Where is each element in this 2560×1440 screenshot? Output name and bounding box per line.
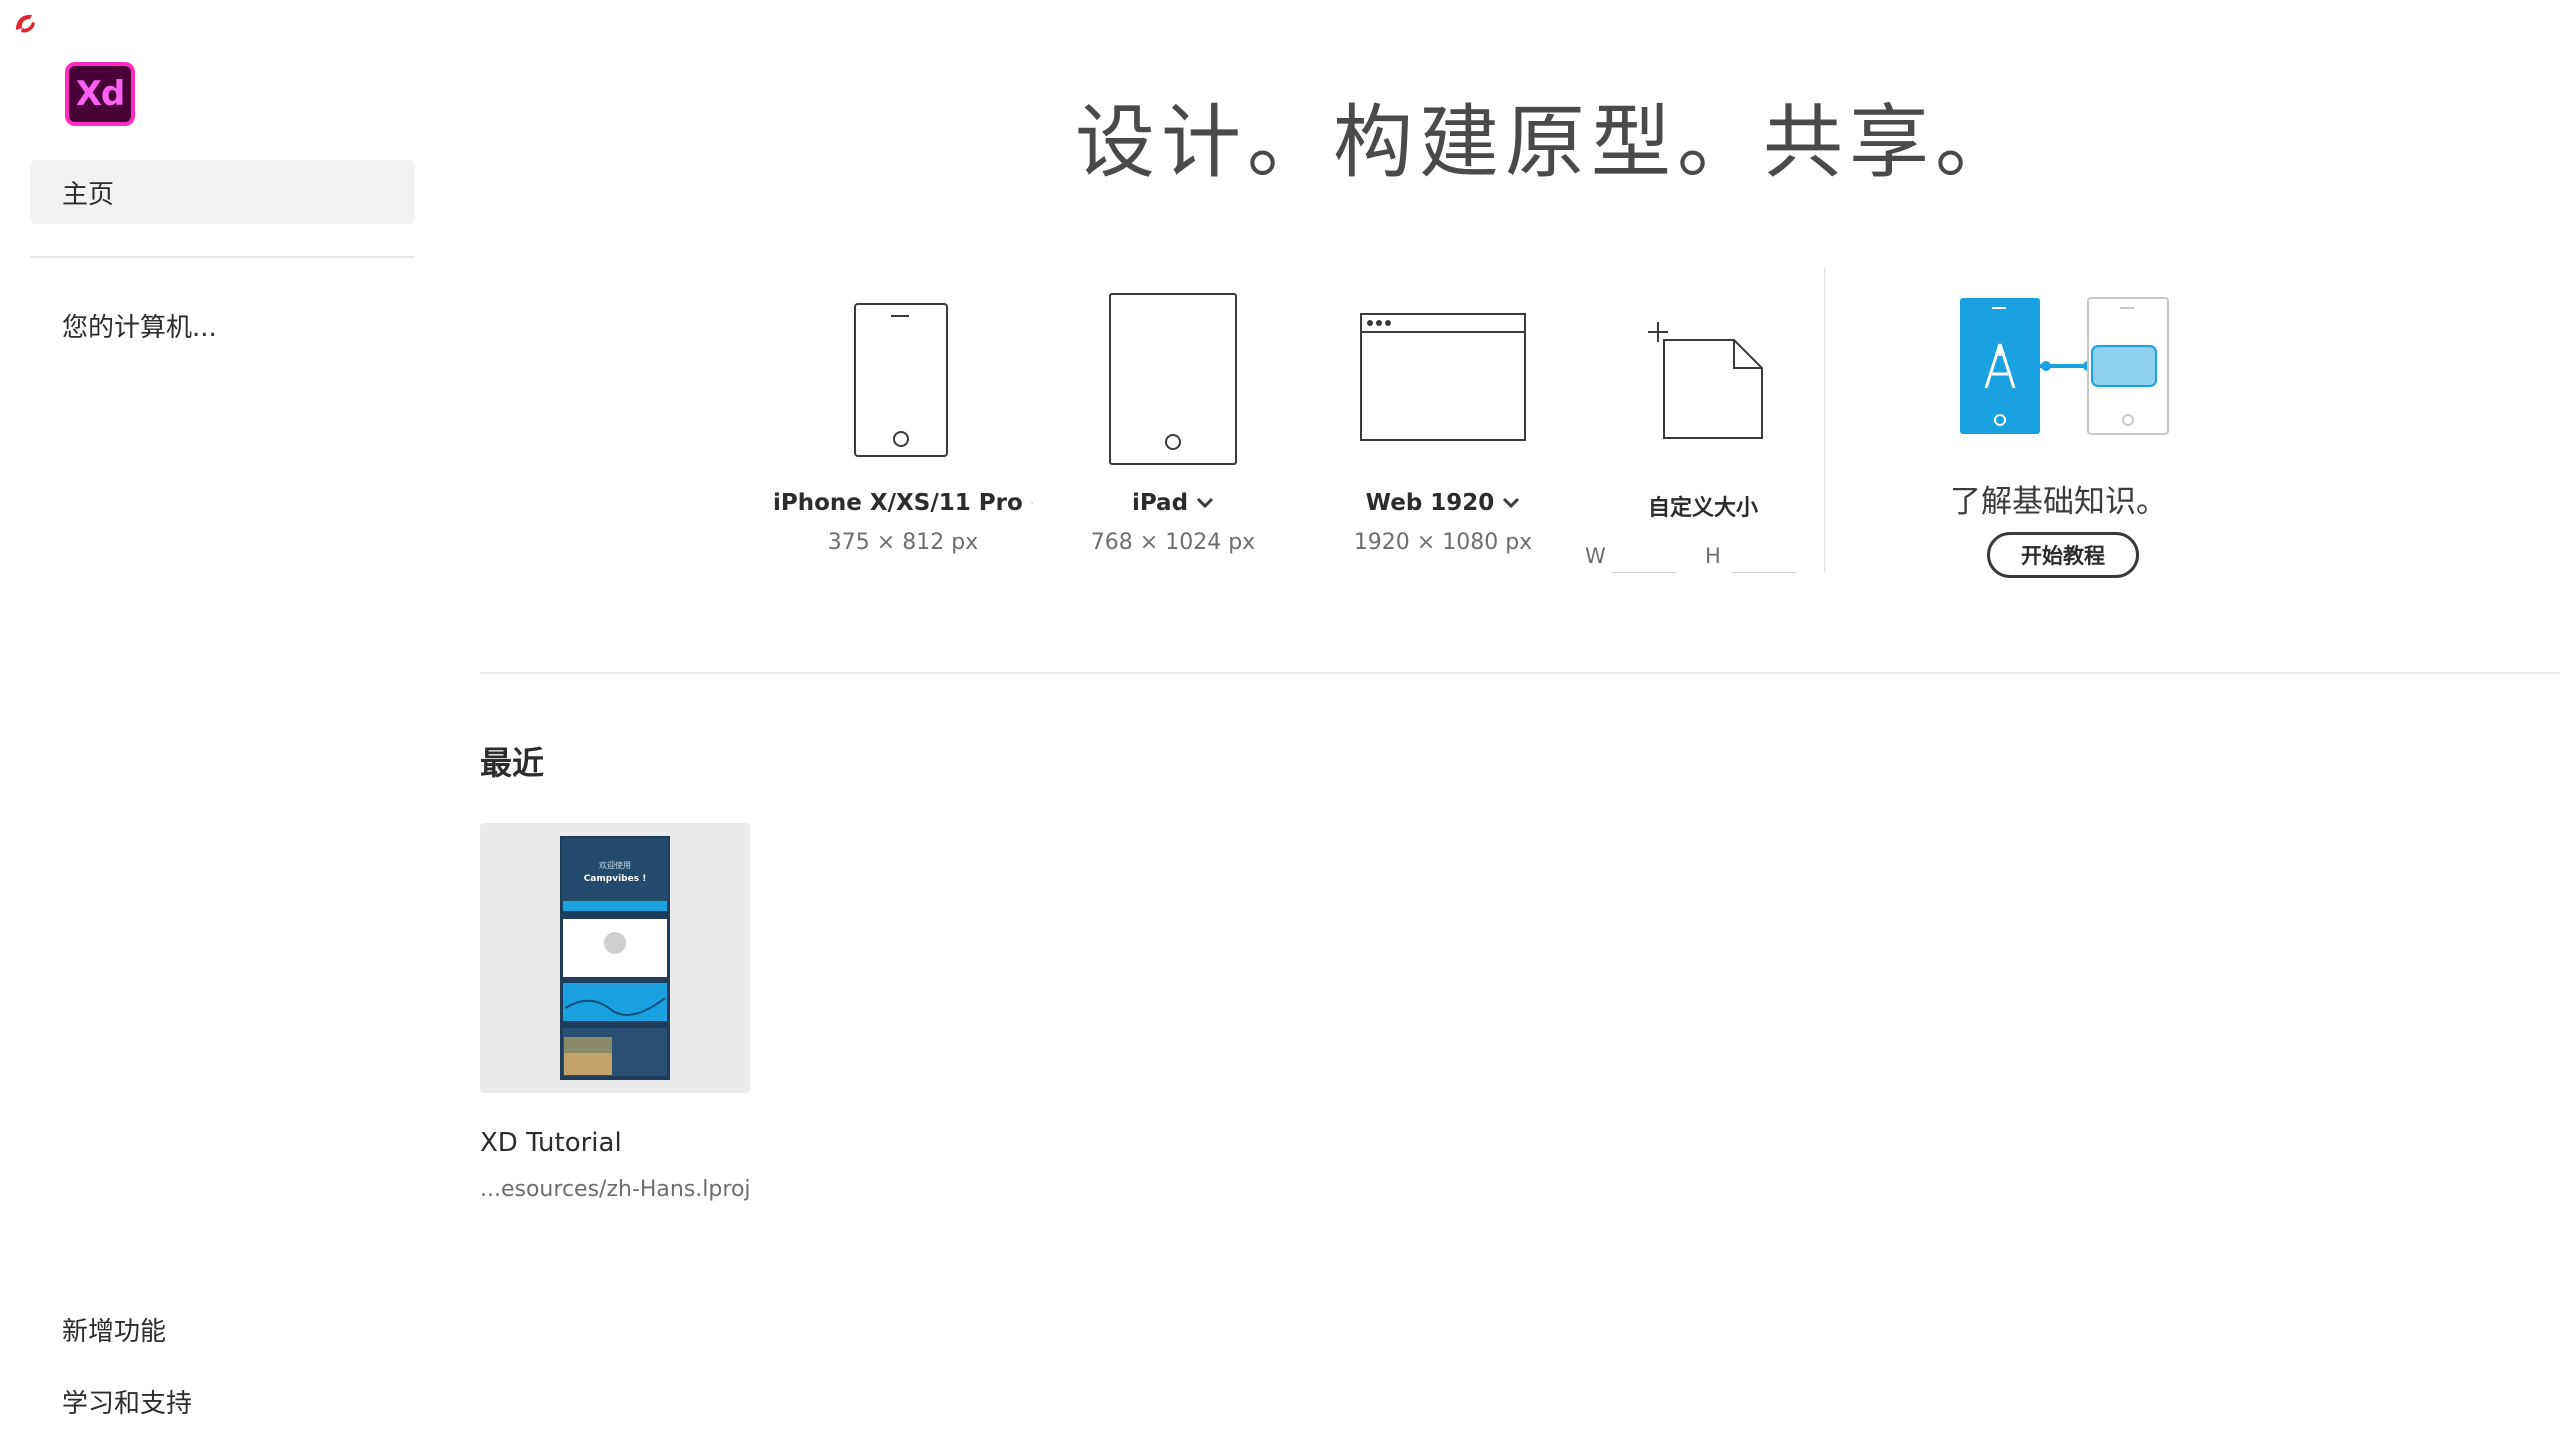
recent-divider bbox=[480, 672, 2560, 674]
width-input[interactable] bbox=[1611, 539, 1677, 573]
sidebar: Xd 主页 您的计算机... 新增功能 学习和支持 bbox=[0, 0, 440, 1440]
preset-name: iPhone X/XS/11 Pro bbox=[773, 490, 1023, 516]
learn-illustration bbox=[1958, 296, 2180, 436]
chevron-down-icon[interactable] bbox=[1196, 497, 1214, 509]
sidebar-item-learn-support[interactable]: 学习和支持 bbox=[62, 1383, 192, 1420]
recent-heading: 最近 bbox=[480, 744, 545, 782]
page-title: 设计。构建原型。共享。 bbox=[1075, 96, 2021, 189]
preset-size: 375 × 812 px bbox=[827, 530, 979, 555]
sidebar-item-label: 主页 bbox=[62, 179, 115, 210]
campvibes-preview-image: 欢迎使用 Campvibes ! bbox=[560, 836, 670, 1080]
preset-size: 1920 × 1080 px bbox=[1353, 530, 1533, 555]
sidebar-item-label: 您的计算机... bbox=[62, 313, 217, 343]
recent-file-path: ...esources/zh-Hans.lproj bbox=[480, 1177, 751, 1202]
preset-ipad[interactable]: iPad 768 × 1024 px bbox=[1043, 280, 1303, 555]
sidebar-item-label: 新增功能 bbox=[62, 1317, 167, 1347]
xd-app-logo: Xd bbox=[65, 62, 135, 126]
custom-size-document-icon bbox=[1573, 280, 1833, 490]
preset-web-1920[interactable]: Web 1920 1920 × 1080 px bbox=[1313, 280, 1573, 555]
sidebar-item-home[interactable]: 主页 bbox=[30, 160, 415, 224]
thumb-welcome-text: 欢迎使用 bbox=[599, 860, 631, 870]
custom-size-fields: W H bbox=[1585, 538, 1825, 574]
preset-name: Web 1920 bbox=[1365, 490, 1495, 516]
chevron-down-icon[interactable] bbox=[1030, 497, 1033, 509]
browser-window-icon bbox=[1313, 280, 1573, 490]
chevron-down-icon[interactable] bbox=[1502, 497, 1520, 509]
sidebar-item-whats-new[interactable]: 新增功能 bbox=[62, 1311, 166, 1348]
recent-file-name[interactable]: XD Tutorial bbox=[480, 1128, 622, 1158]
preset-iphone[interactable]: iPhone X/XS/11 Pro 375 × 812 px bbox=[773, 280, 1033, 555]
preset-size: 768 × 1024 px bbox=[1090, 530, 1256, 555]
height-input[interactable] bbox=[1731, 539, 1797, 573]
tablet-icon bbox=[1043, 280, 1303, 490]
section-divider bbox=[1824, 268, 1825, 572]
sidebar-divider bbox=[30, 256, 415, 258]
height-label: H bbox=[1705, 544, 1721, 568]
xd-logo-text: Xd bbox=[75, 74, 126, 114]
width-label: W bbox=[1585, 544, 1606, 568]
preset-name: iPad bbox=[1131, 490, 1189, 516]
start-tutorial-label: 开始教程 bbox=[2021, 544, 2105, 568]
sidebar-item-your-computer[interactable]: 您的计算机... bbox=[62, 307, 217, 344]
preset-custom-size[interactable]: 自定义大小 bbox=[1573, 280, 1833, 522]
thumb-app-name: Campvibes ! bbox=[584, 874, 647, 884]
recent-file-thumbnail[interactable]: 欢迎使用 Campvibes ! bbox=[480, 823, 750, 1093]
learn-basics-title: 了解基础知识。 bbox=[1950, 484, 2167, 520]
custom-size-label: 自定义大小 bbox=[1647, 496, 1758, 521]
phone-icon bbox=[773, 280, 1033, 490]
sidebar-item-label: 学习和支持 bbox=[62, 1389, 193, 1419]
start-tutorial-button[interactable]: 开始教程 bbox=[1987, 532, 2139, 578]
xd-home-window: Xd 主页 您的计算机... 新增功能 学习和支持 设计。构建原型。共享。 iP… bbox=[0, 0, 2560, 1440]
